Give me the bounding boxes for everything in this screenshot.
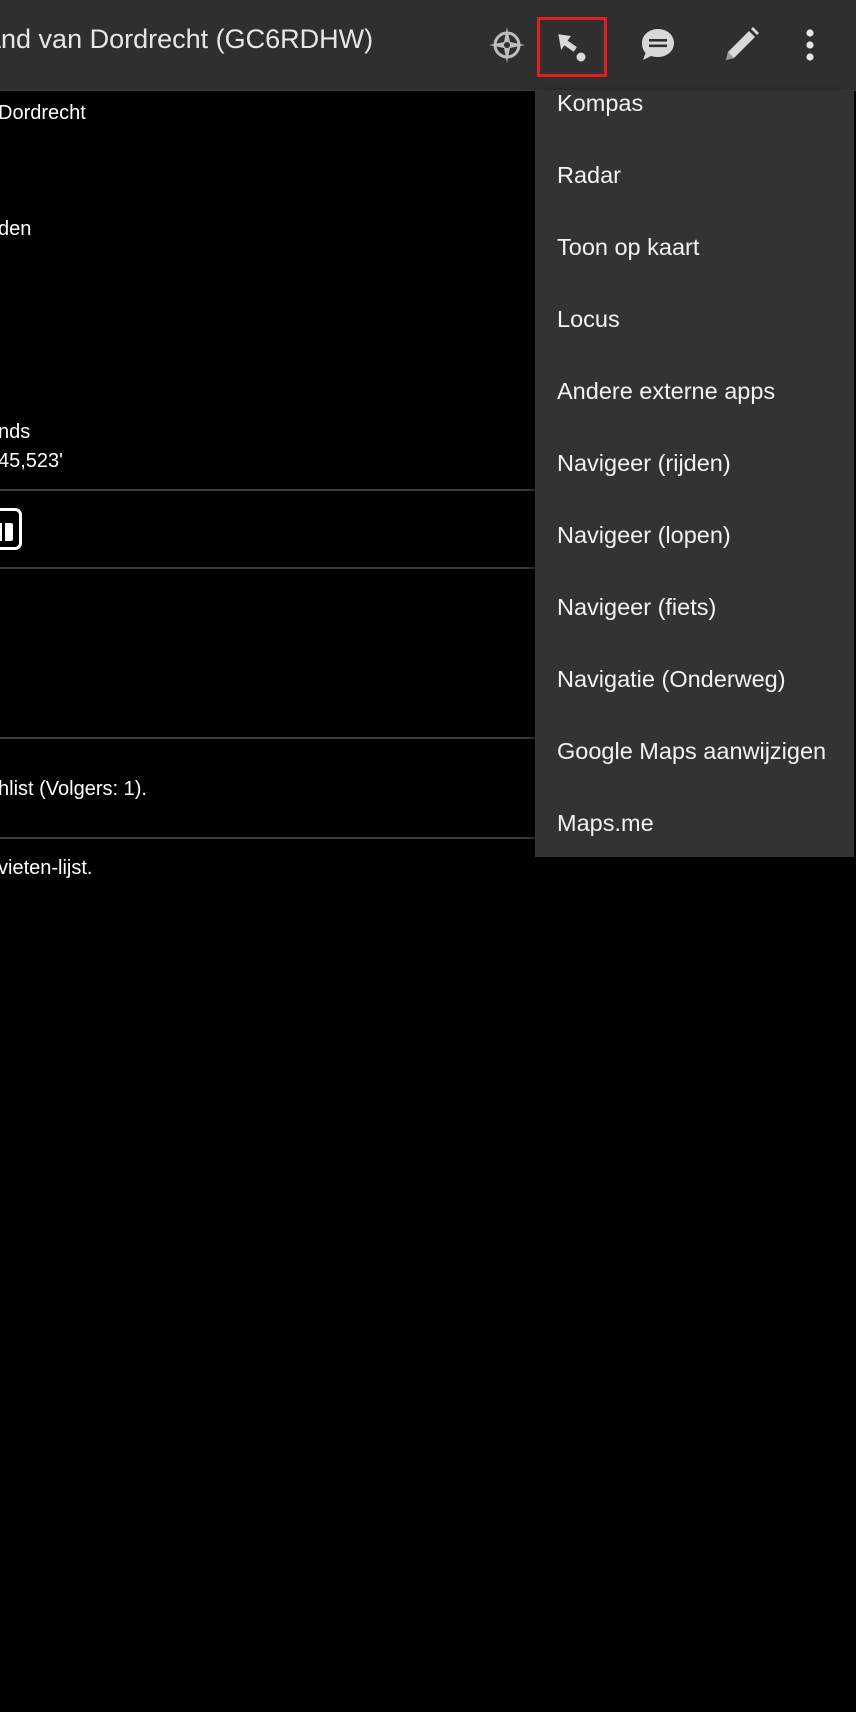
target-icon xyxy=(489,27,525,63)
menu-item-maps-me[interactable]: Maps.me xyxy=(535,787,854,859)
menu-item-navigate-driving[interactable]: Navigeer (rijden) xyxy=(535,427,854,499)
briefcase-icon[interactable] xyxy=(0,508,22,550)
more-options-button[interactable] xyxy=(782,18,838,72)
comment-button[interactable] xyxy=(629,18,687,72)
page-title: and van Dordrecht (GC6RDHW) xyxy=(0,24,374,54)
comment-icon xyxy=(642,29,674,60)
favorites-list-text: vieten-lijst. xyxy=(0,857,93,879)
pencil-icon xyxy=(726,27,759,60)
divider xyxy=(0,837,540,839)
menu-item-locus[interactable]: Locus xyxy=(535,283,854,355)
menu-item-navigation-onderweg[interactable]: Navigatie (Onderweg) xyxy=(535,643,854,715)
screen: and van Dordrecht (GC6RDHW) Dordrecht de… xyxy=(0,0,856,1712)
divider xyxy=(0,737,540,739)
detail-coordinates: 45,523' xyxy=(0,450,63,472)
menu-item-google-maps-directions[interactable]: Google Maps aanwijzigen xyxy=(535,715,854,787)
detail-text-3: nds xyxy=(0,421,31,443)
more-vert-icon xyxy=(806,29,814,61)
menu-item-radar[interactable]: Radar xyxy=(535,139,854,211)
menu-item-navigate-walking[interactable]: Navigeer (lopen) xyxy=(535,499,854,571)
navigate-icon xyxy=(558,34,586,62)
divider xyxy=(0,489,540,491)
menu-item-kompas[interactable]: Kompas xyxy=(535,67,854,139)
target-button[interactable] xyxy=(478,18,536,72)
detail-text-2: den xyxy=(0,218,32,240)
watchlist-text: hlist (Volgers: 1). xyxy=(0,778,147,800)
divider xyxy=(0,567,540,569)
navigation-menu: Kompas Radar Toon op kaart Locus Andere … xyxy=(535,90,854,859)
menu-item-show-on-map[interactable]: Toon op kaart xyxy=(535,211,854,283)
menu-item-navigate-bike[interactable]: Navigeer (fiets) xyxy=(535,571,854,643)
detail-location: Dordrecht xyxy=(0,102,86,124)
edit-button[interactable] xyxy=(712,18,770,72)
menu-item-other-external-apps[interactable]: Andere externe apps xyxy=(535,355,854,427)
